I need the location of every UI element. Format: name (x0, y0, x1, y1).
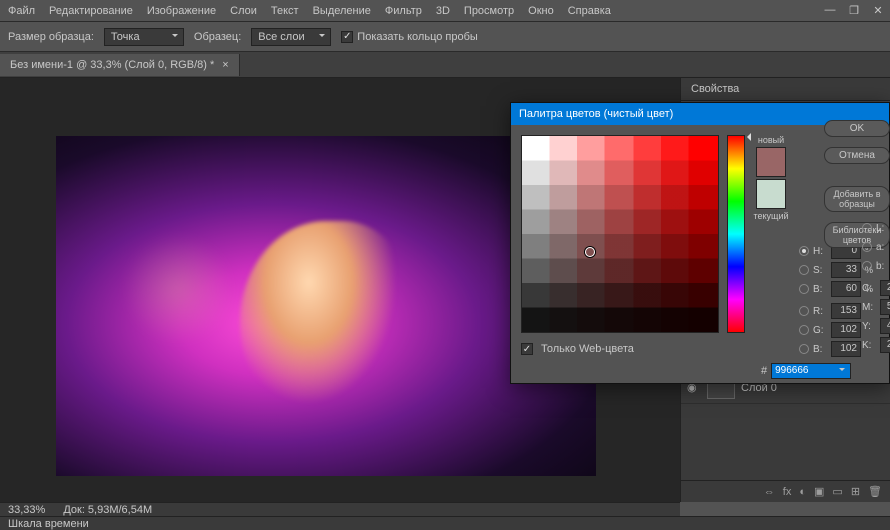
field-y[interactable]: 41 (880, 318, 890, 334)
minimize-icon[interactable]: — (824, 4, 836, 16)
menu-3d[interactable]: 3D (436, 5, 450, 17)
menu-window[interactable]: Окно (528, 5, 554, 17)
label-a: a: (876, 242, 890, 253)
field-s[interactable]: 33 (831, 262, 861, 278)
sample-size-label: Размер образца: (8, 31, 94, 43)
radio-r[interactable] (799, 306, 809, 316)
current-color-label: текущий (753, 211, 788, 221)
status-bar: 33,33% Док: 5,93M/6,54M (0, 502, 680, 516)
document-tab-bar: Без имени-1 @ 33,3% (Слой 0, RGB/8) * × (0, 52, 890, 78)
sv-cursor-icon[interactable] (585, 247, 595, 257)
radio-g[interactable] (799, 325, 809, 335)
menu-image[interactable]: Изображение (147, 5, 216, 17)
menu-file[interactable]: Файл (8, 5, 35, 17)
label-m: M: (862, 302, 876, 313)
hue-slider[interactable] (727, 135, 745, 333)
add-to-swatches-button[interactable]: Добавить в образцы (824, 186, 890, 212)
radio-h[interactable] (799, 246, 809, 256)
label-b: B: (813, 284, 827, 295)
field-k[interactable]: 23 (880, 337, 890, 353)
menu-view[interactable]: Просмотр (464, 5, 514, 17)
sample-size-select[interactable]: Точка (104, 28, 184, 46)
label-s: S: (813, 265, 827, 276)
web-safe-overlay (522, 136, 718, 332)
link-layers-icon[interactable]: ⇔ (764, 486, 775, 498)
label-k: K: (862, 340, 876, 351)
window-controls: — ❐ ✕ (824, 4, 884, 16)
field-m[interactable]: 58 (880, 299, 890, 315)
current-color-swatch[interactable] (756, 179, 786, 209)
radio-l[interactable] (862, 223, 872, 233)
field-c[interactable]: 29 (880, 280, 890, 296)
cancel-button[interactable]: Отмена (824, 147, 890, 164)
trash-icon[interactable]: 🗑 (868, 485, 882, 498)
adjustment-layer-icon[interactable]: ▣ (814, 485, 824, 498)
radio-bb[interactable] (799, 344, 809, 354)
label-bb: B: (813, 344, 827, 355)
timeline-panel-tab[interactable]: Шкала времени (0, 516, 890, 530)
label-c: C: (862, 283, 876, 294)
hex-label: # (761, 365, 767, 377)
label-l: L: (876, 223, 890, 234)
saturation-value-field[interactable] (521, 135, 719, 333)
group-icon[interactable]: ▭ (832, 485, 842, 498)
sample-src-select[interactable]: Все слои (251, 28, 331, 46)
mask-add-icon[interactable]: ◐ (799, 486, 806, 498)
radio-b[interactable] (799, 284, 809, 294)
close-icon[interactable]: ✕ (872, 4, 884, 16)
web-colors-only-checkbox[interactable] (521, 343, 533, 355)
field-r[interactable]: 153 (831, 303, 861, 319)
label-g: G: (813, 325, 827, 336)
field-hex[interactable]: 996666 (771, 363, 851, 379)
sample-src-label: Образец: (194, 31, 241, 43)
radio-lb[interactable] (862, 261, 872, 271)
menu-help[interactable]: Справка (568, 5, 611, 17)
label-r: R: (813, 306, 827, 317)
radio-s[interactable] (799, 265, 809, 275)
show-sampling-ring-checkbox[interactable] (341, 31, 353, 43)
ok-button[interactable]: OK (824, 120, 890, 137)
layers-footer: ⇔ fx ◐ ▣ ▭ ⊞ 🗑 (681, 480, 890, 502)
document-title: Без имени-1 @ 33,3% (Слой 0, RGB/8) * (10, 59, 214, 71)
menu-layers[interactable]: Слои (230, 5, 257, 17)
radio-a[interactable] (862, 242, 872, 252)
properties-panel-tab[interactable]: Свойства (681, 78, 890, 101)
document-tab[interactable]: Без имени-1 @ 33,3% (Слой 0, RGB/8) * × (0, 54, 240, 76)
field-g[interactable]: 102 (831, 322, 861, 338)
options-bar: Размер образца: Точка Образец: Все слои … (0, 22, 890, 52)
web-colors-only-label: Только Web-цвета (541, 343, 634, 355)
field-b[interactable]: 60 (831, 281, 861, 297)
new-layer-icon[interactable]: ⊞ (851, 485, 860, 498)
menu-filter[interactable]: Фильтр (385, 5, 422, 17)
field-bb[interactable]: 102 (831, 341, 861, 357)
menu-select[interactable]: Выделение (313, 5, 371, 17)
hue-pointer-icon[interactable] (743, 133, 751, 141)
menu-bar: Файл Редактирование Изображение Слои Тек… (0, 0, 890, 22)
new-color-swatch (756, 147, 786, 177)
menu-text[interactable]: Текст (271, 5, 299, 17)
label-lb: b: (876, 261, 890, 272)
restore-icon[interactable]: ❐ (848, 4, 860, 16)
menu-edit[interactable]: Редактирование (49, 5, 133, 17)
new-color-label: новый (758, 135, 784, 145)
zoom-level[interactable]: 33,33% (8, 504, 45, 516)
fx-icon[interactable]: fx (783, 486, 792, 498)
close-tab-icon[interactable]: × (222, 59, 228, 71)
show-sampling-ring-label: Показать кольцо пробы (357, 31, 478, 43)
timeline-label: Шкала времени (8, 518, 89, 530)
label-y: Y: (862, 321, 876, 332)
document-size: Док: 5,93M/6,54M (63, 504, 152, 516)
